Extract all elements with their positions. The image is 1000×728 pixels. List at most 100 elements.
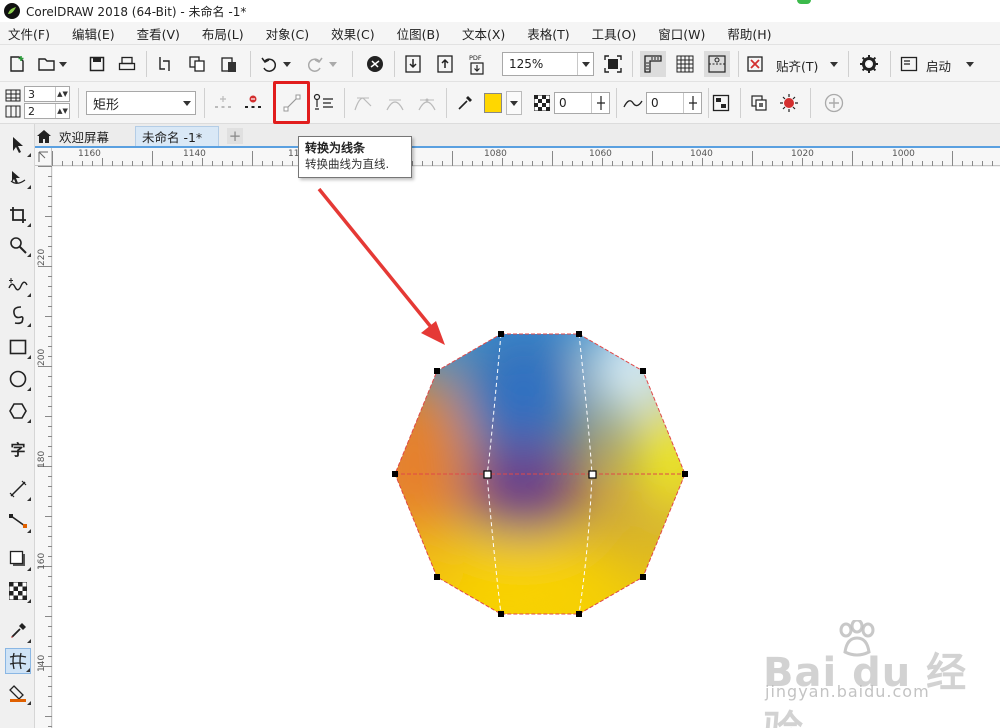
print-icon[interactable]: [116, 53, 138, 75]
drop-shadow-icon[interactable]: [5, 546, 31, 572]
spinner-arrows-icon[interactable]: ▲▼: [55, 104, 69, 118]
toolbar-separator: [890, 51, 891, 77]
color-eyedropper-icon[interactable]: [5, 618, 31, 644]
toolbar-separator: [352, 51, 353, 77]
launch-dropdown-icon[interactable]: [964, 57, 976, 71]
standard-toolbar: PDF 125% 贴齐(T) 启动: [0, 44, 1000, 82]
smart-fill-icon[interactable]: [5, 680, 31, 706]
new-document-icon[interactable]: [6, 53, 28, 75]
import-icon[interactable]: [402, 53, 424, 75]
snap-dropdown-icon[interactable]: [828, 57, 840, 71]
copy-mesh-icon[interactable]: [748, 92, 770, 114]
vertical-ruler[interactable]: 220 200 180 160 140: [35, 166, 52, 728]
cut-icon[interactable]: [154, 53, 176, 75]
fill-color-dropdown-icon[interactable]: [506, 91, 522, 115]
rectangle-tool-icon[interactable]: [5, 334, 31, 360]
open-dropdown-icon[interactable]: [58, 57, 68, 71]
tab-current-document[interactable]: 未命名 -1*: [135, 126, 219, 146]
menu-help[interactable]: 帮助(H): [727, 24, 771, 43]
tab-welcome-screen[interactable]: 欢迎屏幕: [53, 126, 115, 146]
redo-dropdown-icon[interactable]: [328, 57, 338, 71]
launch-label[interactable]: 启动: [926, 56, 951, 75]
delete-node-icon[interactable]: [242, 92, 264, 114]
freehand-tool-icon[interactable]: [5, 272, 31, 298]
launch-icon[interactable]: [898, 53, 920, 75]
redo-icon[interactable]: [304, 53, 326, 75]
spinner-arrows-icon[interactable]: ▲▼: [55, 87, 69, 101]
show-grid-icon[interactable]: [672, 51, 698, 77]
menu-view[interactable]: 查看(V): [137, 24, 180, 43]
transparency-adjust-icon[interactable]: [591, 93, 609, 113]
smoothness-input[interactable]: 0: [646, 92, 702, 114]
full-screen-preview-icon[interactable]: [602, 53, 624, 75]
mesh-options-icon[interactable]: [710, 92, 732, 114]
ruler-label: 220: [37, 248, 47, 266]
artistic-media-icon[interactable]: [5, 302, 31, 328]
menu-object[interactable]: 对象(C): [266, 24, 309, 43]
convert-to-curve-icon[interactable]: [312, 92, 336, 114]
undo-dropdown-icon[interactable]: [282, 57, 292, 71]
connector-tool-icon[interactable]: [5, 508, 31, 534]
mesh-node-inner[interactable]: [588, 470, 597, 479]
add-document-tab-button[interactable]: +: [227, 127, 243, 145]
mesh-node-inner[interactable]: [483, 470, 492, 479]
ruler-label: 200: [37, 348, 47, 366]
paste-icon[interactable]: [218, 53, 240, 75]
menu-text[interactable]: 文本(X): [462, 24, 505, 43]
eyedropper-icon[interactable]: [454, 92, 476, 114]
smoothness-adjust-icon[interactable]: [683, 93, 701, 113]
zoom-level-combo[interactable]: 125%: [502, 52, 594, 76]
shape-type-select[interactable]: 矩形: [86, 91, 196, 115]
menu-window[interactable]: 窗口(W): [658, 24, 705, 43]
save-icon[interactable]: [86, 53, 108, 75]
home-icon[interactable]: [37, 129, 51, 143]
pick-tool-icon[interactable]: [5, 132, 31, 158]
transparency-input[interactable]: 0: [554, 92, 610, 114]
ruler-origin[interactable]: [35, 148, 52, 166]
shape-type-dropdown-icon[interactable]: [179, 92, 195, 114]
transparency-tool-icon[interactable]: [5, 578, 31, 604]
menu-layout[interactable]: 布局(L): [202, 24, 244, 43]
fill-color-swatch[interactable]: [482, 91, 504, 115]
open-folder-icon[interactable]: [36, 53, 58, 75]
mesh-fill-tool-icon[interactable]: [5, 648, 31, 674]
publish-pdf-icon[interactable]: PDF: [466, 51, 490, 77]
menu-effects[interactable]: 效果(C): [331, 24, 374, 43]
cusp-node-icon[interactable]: [352, 92, 374, 114]
symmetrical-node-icon[interactable]: [416, 92, 438, 114]
menu-bitmaps[interactable]: 位图(B): [397, 24, 440, 43]
menu-edit[interactable]: 编辑(E): [72, 24, 115, 43]
horizontal-ruler[interactable]: 1160 1140 11 1080 1060 1040 1020 1000: [52, 148, 1000, 166]
snap-off-icon[interactable]: [744, 53, 766, 75]
zoom-tool-icon[interactable]: [5, 232, 31, 258]
copy-icon[interactable]: [186, 53, 208, 75]
undo-icon[interactable]: [258, 53, 280, 75]
show-rulers-icon[interactable]: [640, 51, 666, 77]
mesh-fill-octagon[interactable]: [363, 322, 713, 632]
menu-file[interactable]: 文件(F): [8, 24, 50, 43]
crop-tool-icon[interactable]: [5, 202, 31, 228]
corel-connect-icon[interactable]: [364, 53, 386, 75]
menu-table[interactable]: 表格(T): [527, 24, 569, 43]
transparency-value: 0: [559, 96, 567, 110]
menu-tools[interactable]: 工具(O): [592, 24, 637, 43]
add-quick-customize-icon[interactable]: [822, 92, 846, 114]
show-guidelines-icon[interactable]: [704, 51, 730, 77]
ruler-label: 1160: [78, 149, 101, 159]
shape-tool-icon[interactable]: [5, 164, 31, 190]
rows-spinner[interactable]: 3 ▲▼: [24, 86, 70, 102]
tab-current-label: 未命名 -1*: [142, 130, 203, 145]
ellipse-tool-icon[interactable]: [5, 366, 31, 392]
parallel-dimension-icon[interactable]: [5, 476, 31, 502]
clear-mesh-icon[interactable]: [778, 92, 800, 114]
text-tool-icon[interactable]: 字: [5, 436, 31, 462]
smooth-node-icon[interactable]: [384, 92, 406, 114]
zoom-dropdown-icon[interactable]: [577, 53, 593, 75]
export-icon[interactable]: [434, 53, 456, 75]
options-gear-icon[interactable]: [858, 53, 880, 75]
columns-spinner[interactable]: 2 ▲▼: [24, 103, 70, 119]
polygon-tool-icon[interactable]: [5, 398, 31, 424]
toolbar-separator: [810, 88, 811, 118]
add-node-icon[interactable]: [212, 92, 234, 114]
snap-to-label[interactable]: 贴齐(T): [776, 56, 818, 75]
